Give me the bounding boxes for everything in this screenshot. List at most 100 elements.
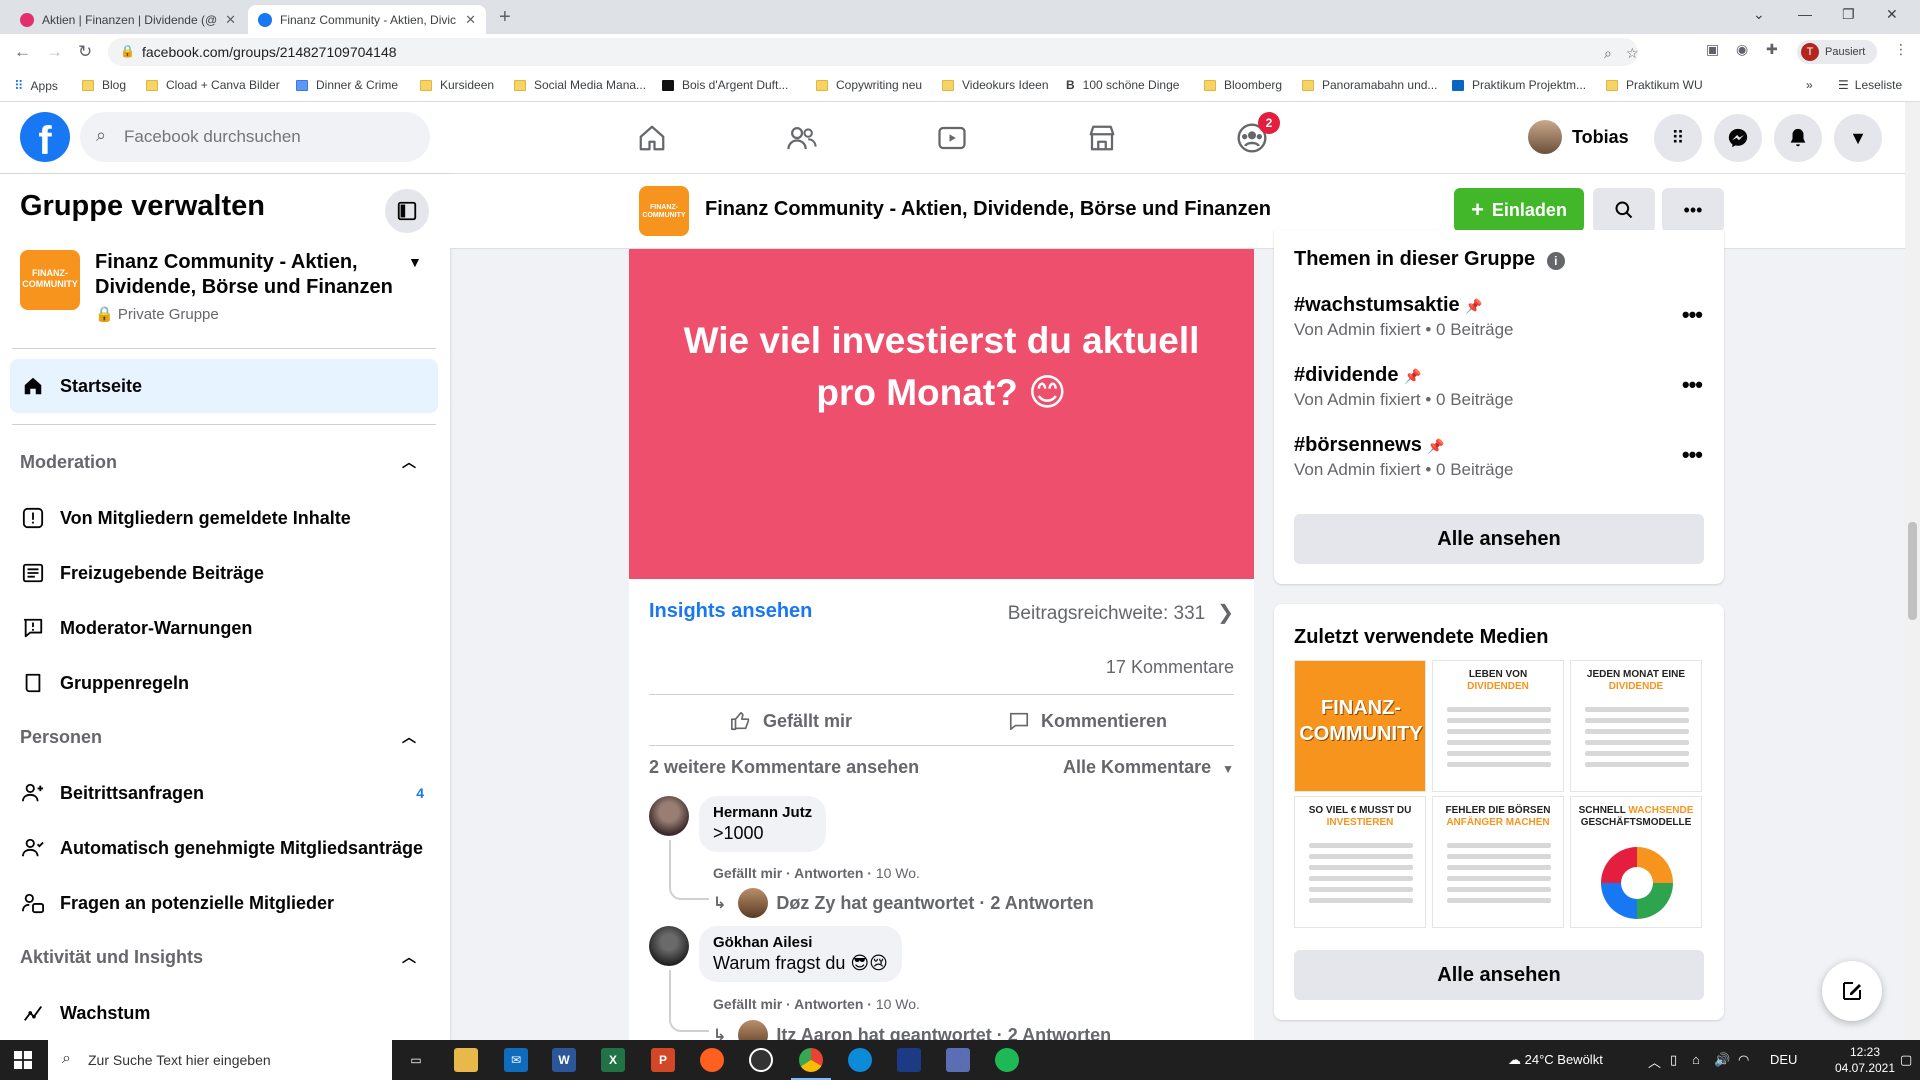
edge-icon[interactable] (848, 1048, 872, 1072)
media-thumbnail[interactable]: JEDEN MONAT EINE DIVIDENDE (1570, 660, 1702, 792)
sidebar-item-membership-questions[interactable]: Fragen an potenzielle Mitglieder (10, 876, 438, 930)
view-more-comments[interactable]: 2 weitere Kommentare ansehen (649, 757, 919, 778)
nav-watch[interactable] (930, 116, 974, 160)
search-input[interactable] (124, 112, 414, 162)
browser-tab-instagram[interactable]: Aktien | Finanzen | Dividende (@ ✕ (10, 5, 246, 34)
extension-icon[interactable]: ▣ (1706, 41, 1719, 58)
post-reach[interactable]: Beitragsreichweite: 331 ❯ (1008, 600, 1234, 625)
nav-groups[interactable]: 2 (1230, 112, 1280, 160)
bookmark-item[interactable]: Bois d'Argent Duft... (662, 78, 788, 92)
nav-home[interactable] (630, 116, 674, 160)
nav-friends[interactable] (780, 116, 824, 160)
messenger-button[interactable] (1714, 114, 1762, 162)
section-moderation[interactable]: Moderation ︿ (20, 452, 420, 473)
excel-icon[interactable]: X (601, 1048, 625, 1072)
forward-icon[interactable]: → (46, 42, 63, 62)
facebook-logo[interactable]: f (20, 112, 70, 162)
language-indicator[interactable]: DEU (1770, 1052, 1797, 1067)
media-thumbnail[interactable]: LEBEN VON DIVIDENDEN (1432, 660, 1564, 792)
task-view-icon[interactable]: ▭ (404, 1048, 428, 1072)
sidebar-item-growth[interactable]: Wachstum (10, 986, 438, 1040)
comment-count[interactable]: 17 Kommentare (1106, 657, 1234, 678)
spotify-icon[interactable] (995, 1048, 1019, 1072)
section-people[interactable]: Personen ︿ (20, 727, 420, 748)
clock[interactable]: 12:23 04.07.2021 (1834, 1044, 1896, 1076)
grammarly-icon[interactable]: ◉ (1736, 41, 1748, 58)
more-dots-icon[interactable]: ••• (1682, 372, 1703, 398)
insights-link[interactable]: Insights ansehen (649, 600, 812, 623)
topic-item[interactable]: #börsennews 📌 Von Admin fixiert • 0 Beit… (1294, 434, 1714, 480)
sidebar-item-reported-content[interactable]: Von Mitgliedern gemeldete Inhalte (10, 491, 438, 545)
word-icon[interactable]: W (552, 1048, 576, 1072)
see-all-media-button[interactable]: Alle ansehen (1294, 950, 1704, 1000)
group-switcher[interactable]: FINANZ- COMMUNITY Finanz Community - Akt… (20, 250, 430, 330)
group-title[interactable]: Finanz Community - Aktien, Dividende, Bö… (705, 198, 1271, 221)
battery-icon[interactable]: ▯ (1670, 1052, 1677, 1068)
zoom-icon[interactable]: ⌕ (1604, 45, 1612, 62)
bookmark-item[interactable]: Social Media Mana... (514, 78, 646, 92)
bookmark-item[interactable]: Cload + Canva Bilder (146, 78, 280, 92)
bookmark-item[interactable]: Bloomberg (1204, 78, 1282, 92)
sidebar-item-auto-approved[interactable]: Automatisch genehmigte Mitgliedsanträge (10, 821, 438, 875)
bookmark-item[interactable]: Dinner & Crime (296, 78, 398, 92)
tray-chevron-icon[interactable]: ︿ (1648, 1052, 1661, 1071)
more-bookmarks-icon[interactable]: » (1806, 78, 1813, 92)
facebook-search[interactable]: ⌕ (80, 112, 430, 162)
new-post-button[interactable] (1822, 961, 1882, 1021)
avatar[interactable] (649, 926, 689, 966)
app-icon[interactable] (946, 1048, 970, 1072)
group-search-button[interactable] (1593, 188, 1655, 232)
section-activity[interactable]: Aktivität und Insights ︿ (20, 947, 420, 968)
reading-list[interactable]: ☰ Leseliste (1838, 78, 1902, 92)
media-thumbnail[interactable]: FINANZ- COMMUNITY (1294, 660, 1426, 792)
comment-filter[interactable]: Alle Kommentare ▼ (1063, 757, 1234, 778)
taskbar-search[interactable]: ⌕ Zur Suche Text hier eingeben (48, 1040, 392, 1080)
new-tab-button[interactable]: + (499, 6, 511, 29)
group-more-button[interactable]: ••• (1662, 188, 1724, 232)
bookmark-item[interactable]: Kursideen (420, 78, 494, 92)
bookmark-item[interactable]: Copywriting neu (816, 78, 922, 92)
mail-icon[interactable]: ✉ (504, 1048, 528, 1072)
sidebar-item-moderator-alerts[interactable]: Moderator-Warnungen (10, 601, 438, 655)
more-dots-icon[interactable]: ••• (1682, 442, 1703, 468)
comment-author[interactable]: Gökhan Ailesi (713, 934, 888, 951)
minimize-button[interactable]: — (1798, 6, 1812, 22)
nav-marketplace[interactable] (1080, 116, 1124, 160)
file-explorer-icon[interactable] (454, 1048, 478, 1072)
profile-link[interactable]: Tobias (1528, 117, 1629, 157)
bookmark-item[interactable]: B 100 schöne Dinge (1066, 78, 1179, 92)
comment-like-link[interactable]: Gefällt mir (713, 865, 782, 881)
menu-button[interactable]: ⠿ (1654, 114, 1702, 162)
notifications-icon[interactable]: ▢ (1900, 1052, 1912, 1068)
url-field[interactable]: 🔒 facebook.com/groups/214827109704148 ⌕ … (108, 38, 1639, 66)
sidebar-item-group-rules[interactable]: Gruppenregeln (10, 656, 438, 710)
powerpoint-icon[interactable]: P (651, 1048, 675, 1072)
bookmark-item[interactable]: Praktikum Projektm... (1452, 78, 1586, 92)
browser-tab-facebook[interactable]: Finanz Community - Aktien, Divic ✕ (248, 5, 486, 34)
see-all-topics-button[interactable]: Alle ansehen (1294, 514, 1704, 564)
chrome-icon[interactable] (791, 1048, 831, 1080)
volume-icon[interactable]: 🔊 (1714, 1052, 1730, 1068)
close-tab-icon[interactable]: ✕ (225, 12, 236, 28)
avatar[interactable] (649, 796, 689, 836)
windows-start-button[interactable] (14, 1051, 32, 1074)
sidebar-item-pending-posts[interactable]: Freizugebende Beiträge (10, 546, 438, 600)
caret-down-icon[interactable]: ▼ (408, 254, 422, 270)
maximize-button[interactable]: ❐ (1842, 6, 1855, 23)
bookmark-item[interactable]: Videokurs Ideen (942, 78, 1049, 92)
media-thumbnail[interactable]: SCHNELL WACHSENDE GESCHÄFTSMODELLE (1570, 796, 1702, 928)
obs-icon[interactable] (749, 1048, 773, 1072)
info-icon[interactable]: i (1546, 252, 1565, 270)
scrollbar-thumb[interactable] (1908, 522, 1917, 620)
bookmark-item[interactable]: Blog (82, 78, 126, 92)
profile-button[interactable]: T Pausiert (1797, 40, 1877, 64)
more-dots-icon[interactable]: ••• (1682, 302, 1703, 328)
close-window-button[interactable]: ✕ (1886, 6, 1898, 23)
comment-button[interactable]: Kommentieren (1007, 695, 1167, 747)
like-button[interactable]: Gefällt mir (729, 695, 852, 747)
media-thumbnail[interactable]: FEHLER DIE BÖRSEN ANFÄNGER MACHEN (1432, 796, 1564, 928)
bookmark-item[interactable]: Panoramabahn und... (1302, 78, 1437, 92)
comment-author[interactable]: Hermann Jutz (713, 804, 812, 821)
comment-like-link[interactable]: Gefällt mir (713, 996, 782, 1012)
account-button[interactable]: ▼ (1834, 114, 1882, 162)
